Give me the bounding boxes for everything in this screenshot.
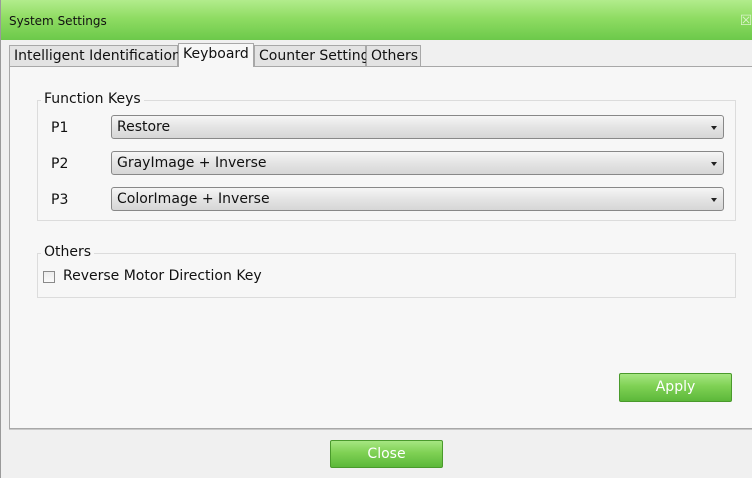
p2-label: P2 xyxy=(51,156,69,172)
p1-label: P1 xyxy=(51,120,69,136)
tab-intelligent-identification[interactable]: Intelligent Identification xyxy=(9,45,181,66)
p2-dropdown[interactable]: GrayImage + Inverse xyxy=(111,151,724,175)
apply-button[interactable]: Apply xyxy=(619,373,732,402)
p2-selected-value: GrayImage + Inverse xyxy=(117,155,267,171)
tab-keyboard[interactable]: Keyboard xyxy=(178,43,254,67)
p3-dropdown[interactable]: ColorImage + Inverse xyxy=(111,187,724,211)
title-bar[interactable]: System Settings ☒ xyxy=(1,0,752,40)
close-icon[interactable]: ☒ xyxy=(736,10,752,30)
p1-selected-value: Restore xyxy=(117,119,171,135)
footer-divider xyxy=(9,429,752,430)
others-group-title: Others xyxy=(41,244,95,260)
p3-label: P3 xyxy=(51,192,69,208)
reverse-motor-direction-label[interactable]: Reverse Motor Direction Key xyxy=(63,268,262,284)
p3-selected-value: ColorImage + Inverse xyxy=(117,191,270,207)
tab-counter-setting[interactable]: Counter Setting xyxy=(254,45,370,66)
p1-dropdown[interactable]: Restore xyxy=(111,115,724,139)
function-keys-title: Function Keys xyxy=(41,91,144,107)
reverse-motor-direction-checkbox[interactable] xyxy=(43,271,55,283)
tab-others[interactable]: Others xyxy=(366,45,421,66)
chevron-down-icon xyxy=(711,198,717,202)
chevron-down-icon xyxy=(711,162,717,166)
system-settings-window: System Settings ☒ Intelligent Identifica… xyxy=(0,0,752,478)
window-title: System Settings xyxy=(9,14,107,28)
chevron-down-icon xyxy=(711,126,717,130)
close-button[interactable]: Close xyxy=(330,440,443,468)
